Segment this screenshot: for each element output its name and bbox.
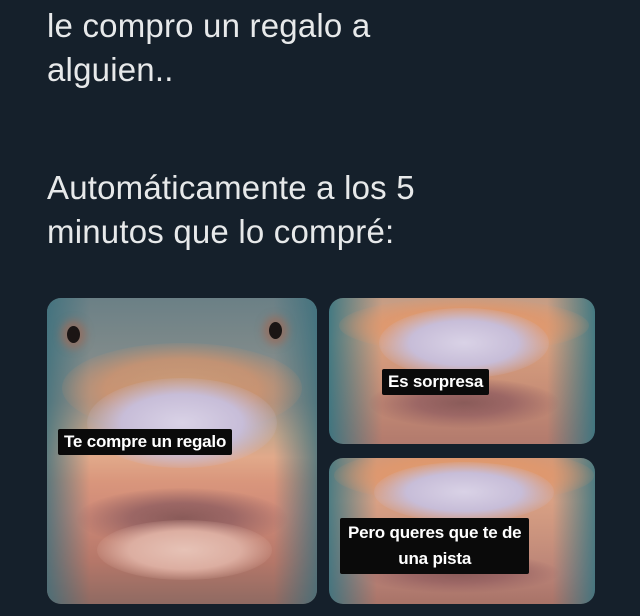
caption-top-right: Es sorpresa (382, 369, 490, 395)
fish-eye-left (67, 326, 80, 343)
tweet-text-line: le compro un regalo a (47, 7, 371, 44)
caption-left: Te compre un regalo (58, 429, 233, 455)
fish-lip-lower (97, 520, 272, 580)
fish-lip-highlight (379, 308, 549, 378)
fish-eye-right (269, 322, 282, 339)
tweet-text-line-block-1: le compro un regalo a alguien.. (47, 4, 370, 92)
tweet-text-line: alguien.. (47, 51, 174, 88)
caption-bottom-right: Pero queres que te de una pista (340, 518, 530, 574)
caption-line: Pero queres que te de (348, 523, 522, 542)
caption-line: una pista (398, 549, 472, 568)
tweet-text-line: Automáticamente a los 5 (47, 169, 415, 206)
tweet-text-line: minutos que lo compré: (47, 213, 395, 250)
tweet-text-line-block-2: Automáticamente a los 5 minutos que lo c… (47, 166, 415, 254)
fish-lip-highlight (374, 462, 554, 522)
